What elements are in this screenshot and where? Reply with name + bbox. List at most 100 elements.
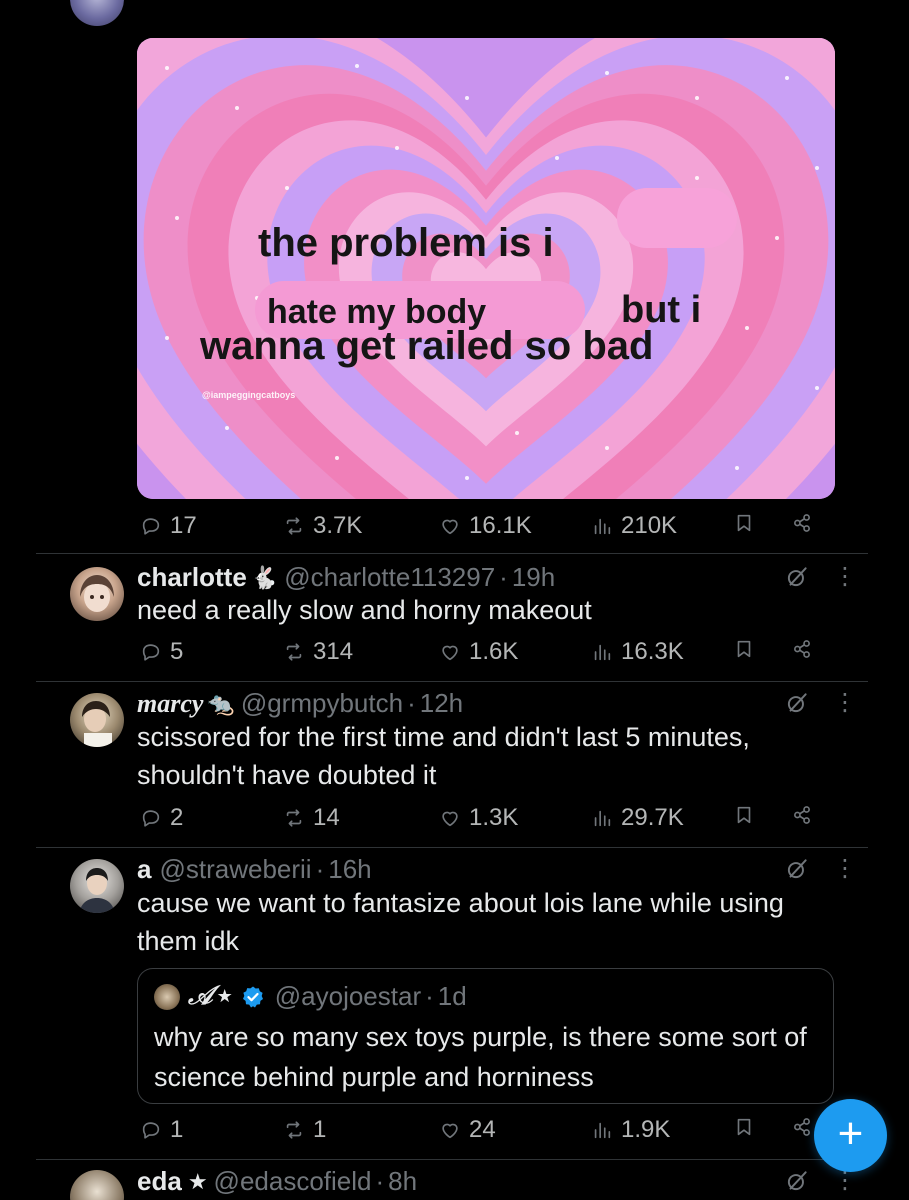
tweet-actions: 5 314 1.6K 16.3K	[137, 638, 827, 672]
views-button[interactable]: 210K	[591, 512, 677, 540]
reply-count: 2	[170, 804, 184, 831]
heart-icon	[442, 811, 458, 827]
display-name[interactable]: charlotte	[137, 562, 247, 593]
separator-dot: ·	[315, 854, 325, 884]
more-options-icon[interactable]: ⋮	[833, 1168, 857, 1194]
avatar	[154, 983, 180, 1010]
separator-dot: ·	[407, 688, 416, 718]
compose-fab-button[interactable]: +	[814, 1099, 887, 1172]
repost-count: 314	[313, 638, 354, 665]
heart-icon	[442, 645, 458, 661]
repost-button[interactable]: 3.7K	[283, 512, 362, 540]
views-count: 1.9K	[621, 1116, 671, 1143]
reply-button[interactable]: 1	[140, 1116, 183, 1144]
more-options-icon[interactable]: ⋮	[833, 690, 857, 716]
heart-icon	[442, 519, 458, 535]
share-button[interactable]	[791, 638, 813, 660]
repost-icon	[286, 517, 302, 535]
share-button[interactable]	[791, 1116, 813, 1138]
username[interactable]: @charlotte113297	[284, 562, 495, 593]
views-icon	[594, 1122, 611, 1139]
views-button[interactable]: 16.3K	[591, 638, 684, 666]
name-emoji: 🐇	[250, 564, 279, 590]
meme-caption-line1: the problem is i	[258, 221, 554, 265]
like-count: 1.6K	[469, 638, 519, 665]
username[interactable]: @straweberii	[159, 854, 311, 885]
reply-thread: the problem is i hate my body but i wann…	[0, 0, 909, 1200]
share-button[interactable]	[791, 804, 813, 826]
like-button[interactable]: 24	[439, 1116, 496, 1144]
divider	[36, 847, 868, 848]
reply-header: eda ★ @edascofield · 8h	[137, 1166, 417, 1197]
grok-icon[interactable]	[784, 856, 810, 882]
tweet-actions: 2 14 1.3K 29.7K	[137, 804, 827, 838]
avatar[interactable]	[70, 859, 124, 913]
views-button[interactable]: 29.7K	[591, 804, 684, 832]
username[interactable]: @grmpybutch	[241, 688, 403, 719]
reply-header: a @straweberii · 16h	[137, 854, 372, 885]
reply-count: 1	[170, 1116, 184, 1143]
divider	[36, 553, 868, 554]
timestamp[interactable]: 8h	[388, 1166, 417, 1197]
reply-text: need a really slow and horny makeout	[137, 595, 592, 625]
views-button[interactable]: 1.9K	[591, 1116, 670, 1144]
grok-icon[interactable]	[784, 564, 810, 590]
repost-count: 1	[313, 1116, 327, 1143]
views-count: 29.7K	[621, 804, 684, 831]
meme-watermark: @iampeggingcatboys	[202, 390, 296, 400]
share-icon	[794, 806, 810, 824]
divider	[36, 681, 868, 682]
reply-text: cause we want to fantasize about lois la…	[137, 888, 784, 956]
avatar[interactable]	[70, 1170, 124, 1200]
grok-icon[interactable]	[784, 1168, 810, 1194]
reply-icon	[142, 644, 160, 661]
display-name[interactable]: marcy	[137, 689, 203, 719]
meme-caption-line3: wanna get railed so bad	[200, 324, 654, 368]
avatar[interactable]	[70, 567, 124, 621]
timestamp[interactable]: 19h	[512, 562, 555, 593]
tweet-media-image[interactable]: the problem is i hate my body but i wann…	[137, 38, 835, 499]
reply-header: charlotte 🐇 @charlotte113297 · 19h	[137, 562, 555, 593]
display-name[interactable]: a	[137, 854, 151, 885]
repost-button[interactable]: 1	[283, 1116, 326, 1144]
share-button[interactable]	[791, 512, 813, 534]
more-options-icon[interactable]: ⋮	[833, 856, 857, 882]
timestamp: 1d	[437, 981, 467, 1011]
display-name[interactable]: eda	[137, 1166, 182, 1197]
avatar[interactable]	[70, 693, 124, 747]
repost-button[interactable]: 14	[283, 804, 340, 832]
tweet-actions: 17 3.7K 16.1K 210K	[137, 512, 827, 546]
timestamp[interactable]: 12h	[420, 688, 463, 719]
like-button[interactable]: 16.1K	[439, 512, 532, 540]
separator-dot: ·	[425, 981, 434, 1011]
heart-background	[137, 38, 835, 499]
timestamp[interactable]: 16h	[328, 854, 371, 885]
reply-button[interactable]: 2	[140, 804, 183, 832]
tweet-actions: 1 1 24 1.9K	[137, 1116, 827, 1150]
quoted-tweet[interactable]: 𝒜 ★ @ayojoestar · 1d why are so many sex…	[137, 968, 834, 1104]
name-emoji: 🐀	[207, 690, 235, 716]
bookmark-icon	[737, 1118, 751, 1136]
reply-icon	[142, 518, 160, 535]
reply-icon	[142, 1122, 160, 1139]
username: @ayojoestar	[274, 981, 422, 1011]
bookmark-button[interactable]	[733, 512, 755, 534]
share-icon	[794, 1118, 810, 1136]
username[interactable]: @edascofield	[214, 1166, 372, 1197]
more-options-icon[interactable]: ⋮	[833, 564, 857, 590]
bookmark-button[interactable]	[733, 638, 755, 660]
like-button[interactable]: 1.6K	[439, 638, 518, 666]
grok-icon[interactable]	[784, 690, 810, 716]
like-count: 24	[469, 1116, 496, 1143]
quoted-tweet-text: why are so many sex toys purple, is ther…	[154, 1022, 807, 1092]
avatar[interactable]	[70, 0, 124, 26]
reply-text: scissored for the first time and didn't …	[137, 722, 750, 790]
bookmark-icon	[737, 514, 751, 532]
bookmark-button[interactable]	[733, 804, 755, 826]
repost-button[interactable]: 314	[283, 638, 353, 666]
reply-button[interactable]: 5	[140, 638, 183, 666]
bookmark-button[interactable]	[733, 1116, 755, 1138]
reply-button[interactable]: 17	[140, 512, 197, 540]
avatar-image	[79, 868, 115, 913]
like-button[interactable]: 1.3K	[439, 804, 518, 832]
